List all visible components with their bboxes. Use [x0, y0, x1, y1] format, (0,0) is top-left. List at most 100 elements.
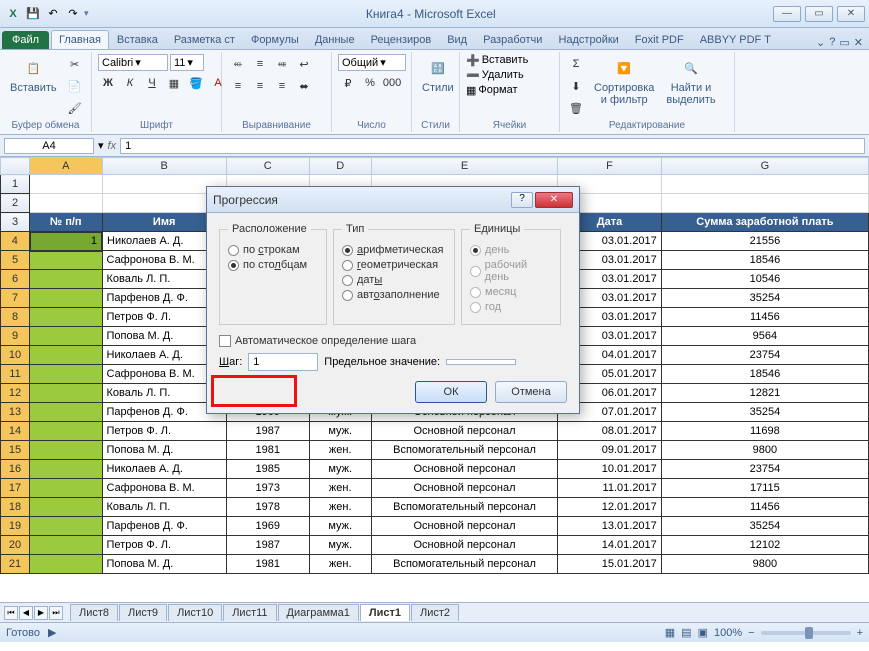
limit-input[interactable] [446, 359, 516, 365]
border-icon[interactable]: ▦ [164, 73, 184, 93]
styles-button[interactable]: 🔠 Стили [418, 54, 458, 96]
autosum-icon[interactable]: Σ [566, 54, 586, 74]
file-tab[interactable]: Файл [2, 31, 49, 49]
cell-sum[interactable]: 35254 [661, 517, 868, 536]
cell-category[interactable]: Основной персонал [371, 517, 557, 536]
radio-geometric[interactable]: геометрическая [342, 259, 446, 271]
fill-color-icon[interactable]: 🪣 [186, 73, 206, 93]
cell-year[interactable]: 1987 [226, 536, 309, 555]
col-header-C[interactable]: C [226, 158, 309, 175]
sheet-tab-Диаграмма1[interactable]: Диаграмма1 [278, 604, 359, 621]
cell-sum[interactable]: 12102 [661, 536, 868, 555]
format-cells-button[interactable]: ▦Формат [466, 84, 517, 97]
cell-name[interactable]: Петров Ф. Л. [102, 536, 226, 555]
cell-idx[interactable] [30, 403, 103, 422]
save-icon[interactable]: 💾 [24, 5, 42, 23]
cell-category[interactable]: Основной персонал [371, 422, 557, 441]
ribbon-tab-1[interactable]: Вставка [109, 30, 166, 49]
cell-idx[interactable] [30, 441, 103, 460]
find-select-button[interactable]: 🔍 Найти и выделить [662, 54, 719, 108]
cell-idx[interactable] [30, 346, 103, 365]
sheet-first-icon[interactable]: ⏮ [4, 606, 18, 620]
align-center-icon[interactable]: ≡ [250, 76, 270, 96]
cell-name[interactable]: Николаев А. Д. [102, 460, 226, 479]
cell-sum[interactable]: 9800 [661, 555, 868, 574]
col-header-corner[interactable] [1, 158, 30, 175]
sheet-tab-Лист10[interactable]: Лист10 [168, 604, 222, 621]
ok-button[interactable]: ОК [415, 381, 487, 403]
cell-idx[interactable] [30, 365, 103, 384]
radio-dates[interactable]: даты [342, 274, 446, 286]
align-top-icon[interactable]: ⬴ [228, 54, 248, 74]
zoom-level[interactable]: 100% [714, 627, 742, 639]
cell-year[interactable]: 1969 [226, 517, 309, 536]
ribbon-tab-3[interactable]: Формулы [243, 30, 307, 49]
cell-date[interactable]: 14.01.2017 [558, 536, 662, 555]
row-header-2[interactable]: 2 [1, 194, 30, 213]
excel-icon[interactable]: X [4, 5, 22, 23]
cell-date[interactable]: 12.01.2017 [558, 498, 662, 517]
cell-sum[interactable]: 12821 [661, 384, 868, 403]
dialog-titlebar[interactable]: Прогрессия ? ✕ [207, 187, 579, 213]
cell-idx[interactable] [30, 289, 103, 308]
ribbon-minimize-icon[interactable]: ⌄ [816, 36, 825, 49]
percent-icon[interactable]: % [360, 73, 380, 93]
row-header-13[interactable]: 13 [1, 403, 30, 422]
cell-year[interactable]: 1978 [226, 498, 309, 517]
cell-idx[interactable] [30, 422, 103, 441]
redo-icon[interactable]: ↷ [64, 5, 82, 23]
cell-year[interactable]: 1987 [226, 422, 309, 441]
cell-idx[interactable] [30, 498, 103, 517]
row-header-10[interactable]: 10 [1, 346, 30, 365]
sheet-tab-Лист2[interactable]: Лист2 [411, 604, 459, 621]
row-header-5[interactable]: 5 [1, 251, 30, 270]
cell-date[interactable]: 09.01.2017 [558, 441, 662, 460]
cell-sum[interactable]: 11698 [661, 422, 868, 441]
cell-idx[interactable] [30, 536, 103, 555]
row-header-3[interactable]: 3 [1, 213, 30, 232]
ribbon-tab-6[interactable]: Вид [439, 30, 475, 49]
sheet-tab-Лист8[interactable]: Лист8 [70, 604, 118, 621]
align-right-icon[interactable]: ≡ [272, 76, 292, 96]
cell-sum[interactable]: 18546 [661, 365, 868, 384]
format-painter-icon[interactable]: 🖌 [65, 98, 85, 118]
comma-icon[interactable]: 000 [382, 73, 402, 93]
cell-category[interactable]: Вспомогательный персонал [371, 441, 557, 460]
col-header-G[interactable]: G [661, 158, 868, 175]
row-header-11[interactable]: 11 [1, 365, 30, 384]
cell-name[interactable]: Сафронова В. М. [102, 479, 226, 498]
ribbon-tab-8[interactable]: Надстройки [550, 30, 626, 49]
radio-by-rows[interactable]: по строкам [228, 244, 318, 256]
cell-idx[interactable] [30, 327, 103, 346]
cell-sum[interactable]: 35254 [661, 289, 868, 308]
delete-cells-button[interactable]: ➖Удалить [466, 69, 524, 82]
align-bot-icon[interactable]: ⬵ [272, 54, 292, 74]
sheet-next-icon[interactable]: ▶ [34, 606, 48, 620]
cell-year[interactable]: 1981 [226, 441, 309, 460]
help-icon[interactable]: ? [829, 36, 835, 49]
cell-sum[interactable]: 9800 [661, 441, 868, 460]
cell-sum[interactable]: 35254 [661, 403, 868, 422]
step-input[interactable]: 1 [248, 353, 318, 371]
cell-idx[interactable] [30, 555, 103, 574]
radio-arithmetic[interactable]: арифметическая [342, 244, 446, 256]
font-size-combo[interactable]: 11▾ [170, 54, 204, 71]
merge-icon[interactable]: ⬌ [294, 76, 314, 96]
cell-year[interactable]: 1985 [226, 460, 309, 479]
row-header-14[interactable]: 14 [1, 422, 30, 441]
cell-name[interactable]: Попова М. Д. [102, 441, 226, 460]
cell-sum[interactable]: 11456 [661, 308, 868, 327]
underline-icon[interactable]: Ч [142, 73, 162, 93]
ribbon-tab-2[interactable]: Разметка ст [166, 30, 243, 49]
cell-sum[interactable]: 23754 [661, 346, 868, 365]
cell-category[interactable]: Вспомогательный персонал [371, 498, 557, 517]
insert-cells-button[interactable]: ➕Вставить [466, 54, 528, 67]
checkbox-autodetect[interactable]: Автоматическое определение шага [219, 335, 567, 347]
italic-icon[interactable]: К [120, 73, 140, 93]
cell-category[interactable]: Вспомогательный персонал [371, 555, 557, 574]
view-layout-icon[interactable]: ▤ [681, 626, 691, 639]
cell-name[interactable]: Коваль Л. П. [102, 498, 226, 517]
cell-idx[interactable] [30, 479, 103, 498]
sheet-last-icon[interactable]: ⏭ [49, 606, 63, 620]
cell-category[interactable]: Основной персонал [371, 460, 557, 479]
